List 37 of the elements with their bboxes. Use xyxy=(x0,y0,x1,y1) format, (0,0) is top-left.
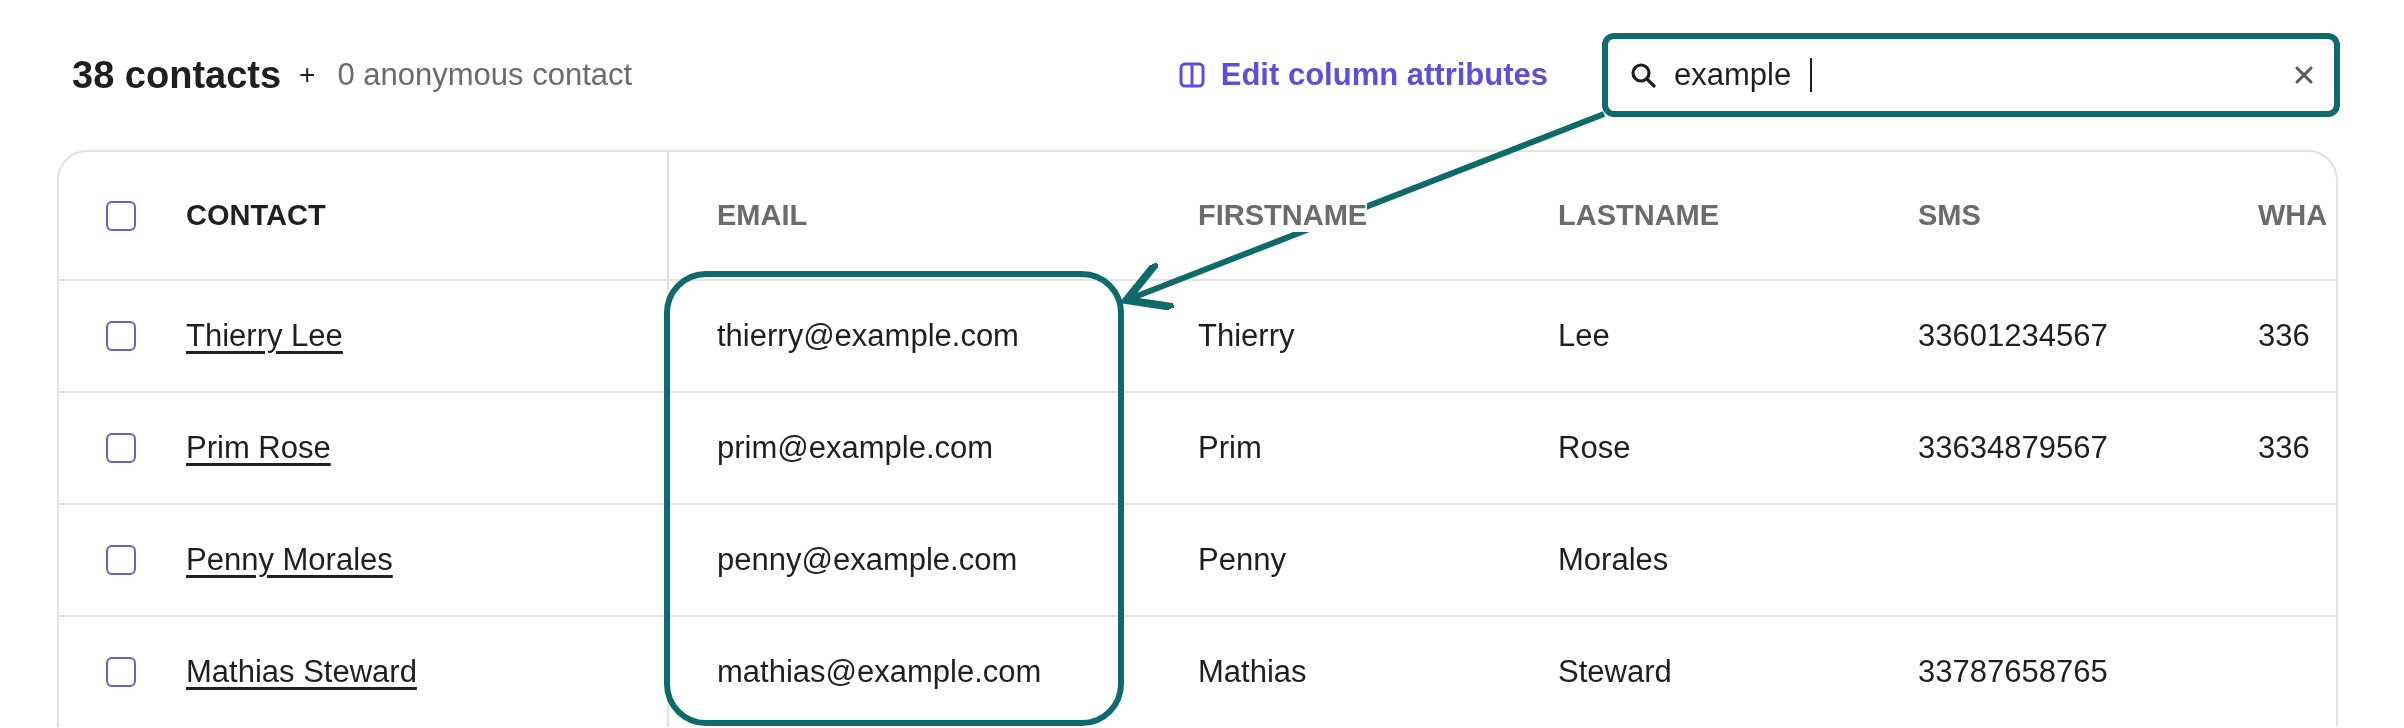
anonymous-count: 0 anonymous contact xyxy=(337,57,633,93)
table-cell: penny@example.com xyxy=(717,542,1018,578)
table-cell: 33634879567 xyxy=(1918,430,2108,466)
contact-link[interactable]: Prim Rose xyxy=(186,430,331,466)
table-cell: Morales xyxy=(1558,542,1669,578)
table-cell: 336 xyxy=(2258,318,2310,354)
row-checkbox[interactable] xyxy=(106,433,136,463)
text-cursor xyxy=(1810,58,1813,92)
contacts-count: 38 contacts xyxy=(72,53,282,97)
select-all-checkbox[interactable] xyxy=(106,200,136,231)
plus-sign: + xyxy=(299,59,316,91)
search-icon xyxy=(1630,62,1656,88)
table-cell: 336 xyxy=(2258,430,2310,466)
column-header: CONTACT xyxy=(186,199,326,232)
row-checkbox[interactable] xyxy=(106,657,136,687)
table-cell: Mathias xyxy=(1198,654,1307,690)
table-cell: Prim xyxy=(1198,430,1262,466)
close-icon[interactable] xyxy=(2294,65,2314,85)
table-cell: Thierry xyxy=(1198,318,1295,354)
table-cell: thierry@example.com xyxy=(717,318,1019,354)
columns-icon xyxy=(1178,62,1205,88)
table-cell: 33787658765 xyxy=(1918,654,2108,690)
contact-link[interactable]: Penny Morales xyxy=(186,542,393,578)
table-cell: Lee xyxy=(1558,318,1610,354)
contact-link[interactable]: Thierry Lee xyxy=(186,318,343,354)
table-cell: Steward xyxy=(1558,654,1672,690)
table-cell: Rose xyxy=(1558,430,1631,466)
table-cell: Penny xyxy=(1198,542,1286,578)
search-field[interactable]: example xyxy=(1602,33,2340,117)
table-cell: prim@example.com xyxy=(717,430,994,466)
table-cell: mathias@example.com xyxy=(717,654,1042,690)
search-text: example xyxy=(1674,57,1792,93)
edit-columns-link[interactable]: Edit column attributes xyxy=(1178,57,1548,93)
row-checkbox[interactable] xyxy=(106,321,136,351)
row-checkbox[interactable] xyxy=(106,545,136,575)
contact-link[interactable]: Mathias Steward xyxy=(186,654,417,690)
table-cell: 33601234567 xyxy=(1918,318,2108,354)
